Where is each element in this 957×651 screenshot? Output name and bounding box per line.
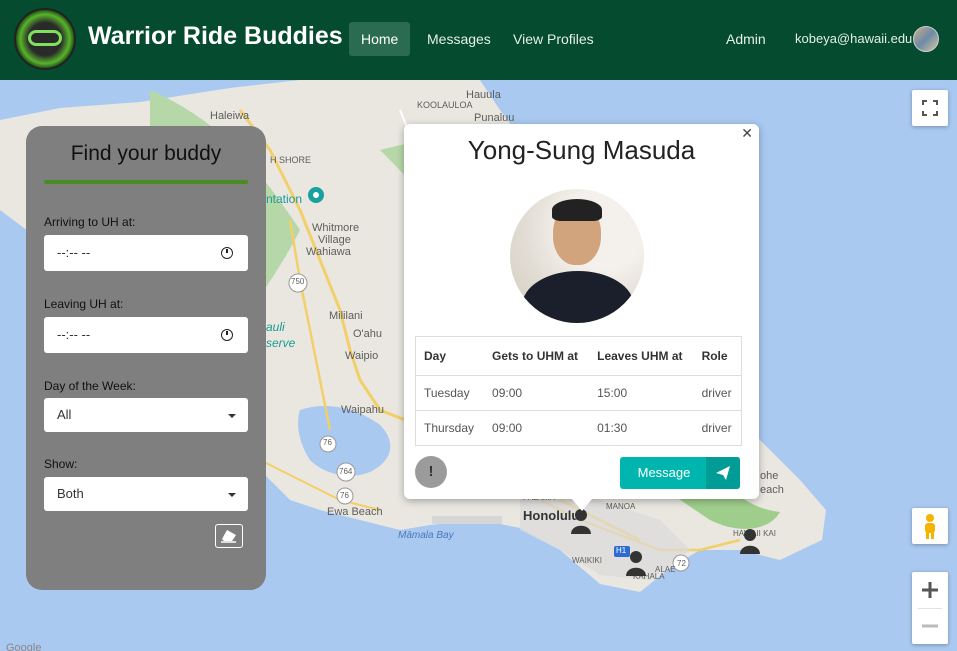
table-cell: driver: [693, 410, 742, 446]
logo[interactable]: [14, 8, 76, 70]
street-view-pegman[interactable]: [912, 508, 948, 544]
label-village: Village: [318, 234, 351, 246]
label-r72: 72: [677, 559, 686, 568]
clock-icon[interactable]: [221, 247, 233, 259]
show-label: Show:: [44, 457, 78, 471]
label-hauula: Hauula: [466, 89, 501, 101]
table-row: Thursday 09:00 01:30 driver: [415, 410, 742, 446]
label-waipio: Waipio: [345, 350, 379, 362]
panel-title: Find your buddy: [70, 142, 222, 165]
label-mamala-bay: Māmala Bay: [398, 530, 454, 541]
person-marker-icon[interactable]: [739, 528, 761, 554]
day-select[interactable]: All: [44, 398, 248, 432]
column-header: Day: [415, 336, 485, 376]
label-each: each: [760, 484, 784, 496]
nav-home[interactable]: Home: [349, 22, 411, 56]
leaving-label: Leaving UH at:: [44, 297, 124, 311]
table-cell: driver: [693, 375, 742, 411]
day-label: Day of the Week:: [44, 379, 136, 393]
arriving-time-value: --:-- --: [57, 245, 91, 260]
caret-down-icon: [228, 493, 236, 497]
label-whitmore: Whitmore: [312, 222, 360, 234]
leaving-time-value: --:-- --: [57, 327, 91, 342]
table-cell: 01:30: [589, 410, 694, 446]
clock-icon[interactable]: [221, 329, 233, 341]
table-cell: 09:00: [484, 375, 590, 411]
profile-photo: [510, 189, 644, 323]
profile-popup: ✕ Yong-Sung Masuda Day Gets to UHM at Le…: [404, 124, 759, 511]
label-mililani: Mililani: [329, 310, 363, 322]
zoom-out-icon[interactable]: [912, 608, 948, 644]
label-h-shore: H SHORE: [270, 155, 312, 165]
schedule-table: Day Gets to UHM at Leaves UHM at Role Tu…: [415, 336, 742, 446]
day-select-value: All: [57, 407, 72, 422]
arriving-time-input[interactable]: --:-- --: [44, 235, 248, 271]
find-buddy-panel: Find your buddy Arriving to UH at: --:--…: [26, 126, 266, 590]
send-icon: [706, 457, 740, 489]
profile-name: Yong-Sung Masuda: [467, 135, 696, 165]
label-wahiawa: Wahiawa: [306, 246, 351, 258]
label-r764: 764: [339, 467, 353, 476]
label-r76: 76: [323, 438, 332, 447]
label-r750: 750: [291, 277, 305, 286]
table-header-row: Day Gets to UHM at Leaves UHM at Role: [415, 336, 742, 376]
nav-messages[interactable]: Messages: [415, 22, 503, 56]
table-cell: Tuesday: [415, 375, 485, 411]
message-button[interactable]: Message: [620, 457, 740, 489]
table-row: Tuesday 09:00 15:00 driver: [415, 375, 742, 411]
table-cell: 09:00: [484, 410, 590, 446]
label-manoa: MANOA: [606, 502, 636, 511]
user-menu[interactable]: kobeya@hawaii.edu: [783, 22, 924, 56]
message-button-label: Message: [637, 465, 691, 480]
label-ewa-beach: Ewa Beach: [327, 506, 383, 518]
label-punaluu: Punaluu: [474, 112, 515, 124]
label-auli: auli: [266, 320, 285, 334]
label-serve: serve: [266, 336, 296, 350]
fullscreen-icon: [922, 100, 938, 116]
avatar[interactable]: [913, 26, 939, 52]
label-plantation: ntation: [266, 192, 303, 206]
table-cell: Thursday: [415, 410, 485, 446]
show-select-value: Both: [57, 486, 84, 501]
column-header: Leaves UHM at: [589, 336, 694, 376]
column-header: Role: [693, 336, 742, 376]
navbar: Warrior Ride Buddies Home Messages View …: [0, 0, 957, 80]
table-cell: 15:00: [589, 375, 694, 411]
leaving-time-input[interactable]: --:-- --: [44, 317, 248, 353]
steering-wheel-icon: [28, 30, 62, 46]
person-marker-icon[interactable]: [625, 550, 647, 576]
zoom-in-icon[interactable]: [912, 572, 948, 608]
fullscreen-button[interactable]: [912, 90, 948, 126]
zoom-control: [912, 572, 948, 644]
label-r76b: 76: [340, 491, 349, 500]
label-ohe: ohe: [760, 470, 779, 482]
arriving-label: Arriving to UH at:: [44, 215, 136, 229]
clear-filters-button[interactable]: [215, 524, 243, 548]
label-haleiwa: Haleiwa: [210, 110, 250, 122]
eraser-icon: [221, 530, 236, 543]
nav-admin[interactable]: Admin: [714, 22, 778, 56]
column-header: Gets to UHM at: [484, 336, 590, 376]
google-logo: Google: [6, 642, 42, 651]
pegman-icon: [925, 514, 935, 539]
show-select[interactable]: Both: [44, 477, 248, 511]
label-waikiki: WAIKIKI: [572, 556, 602, 565]
caret-down-icon: [228, 414, 236, 418]
label-waipahu: Waipahu: [341, 404, 385, 416]
nav-view-profiles[interactable]: View Profiles: [501, 22, 606, 56]
person-marker-icon[interactable]: [570, 508, 592, 534]
brand-title[interactable]: Warrior Ride Buddies: [88, 22, 343, 51]
label-oahu: O'ahu: [353, 328, 383, 340]
report-button[interactable]: !: [415, 456, 447, 488]
panel-divider: [44, 180, 248, 184]
label-koolauloa: KOOLAULOA: [417, 100, 473, 110]
